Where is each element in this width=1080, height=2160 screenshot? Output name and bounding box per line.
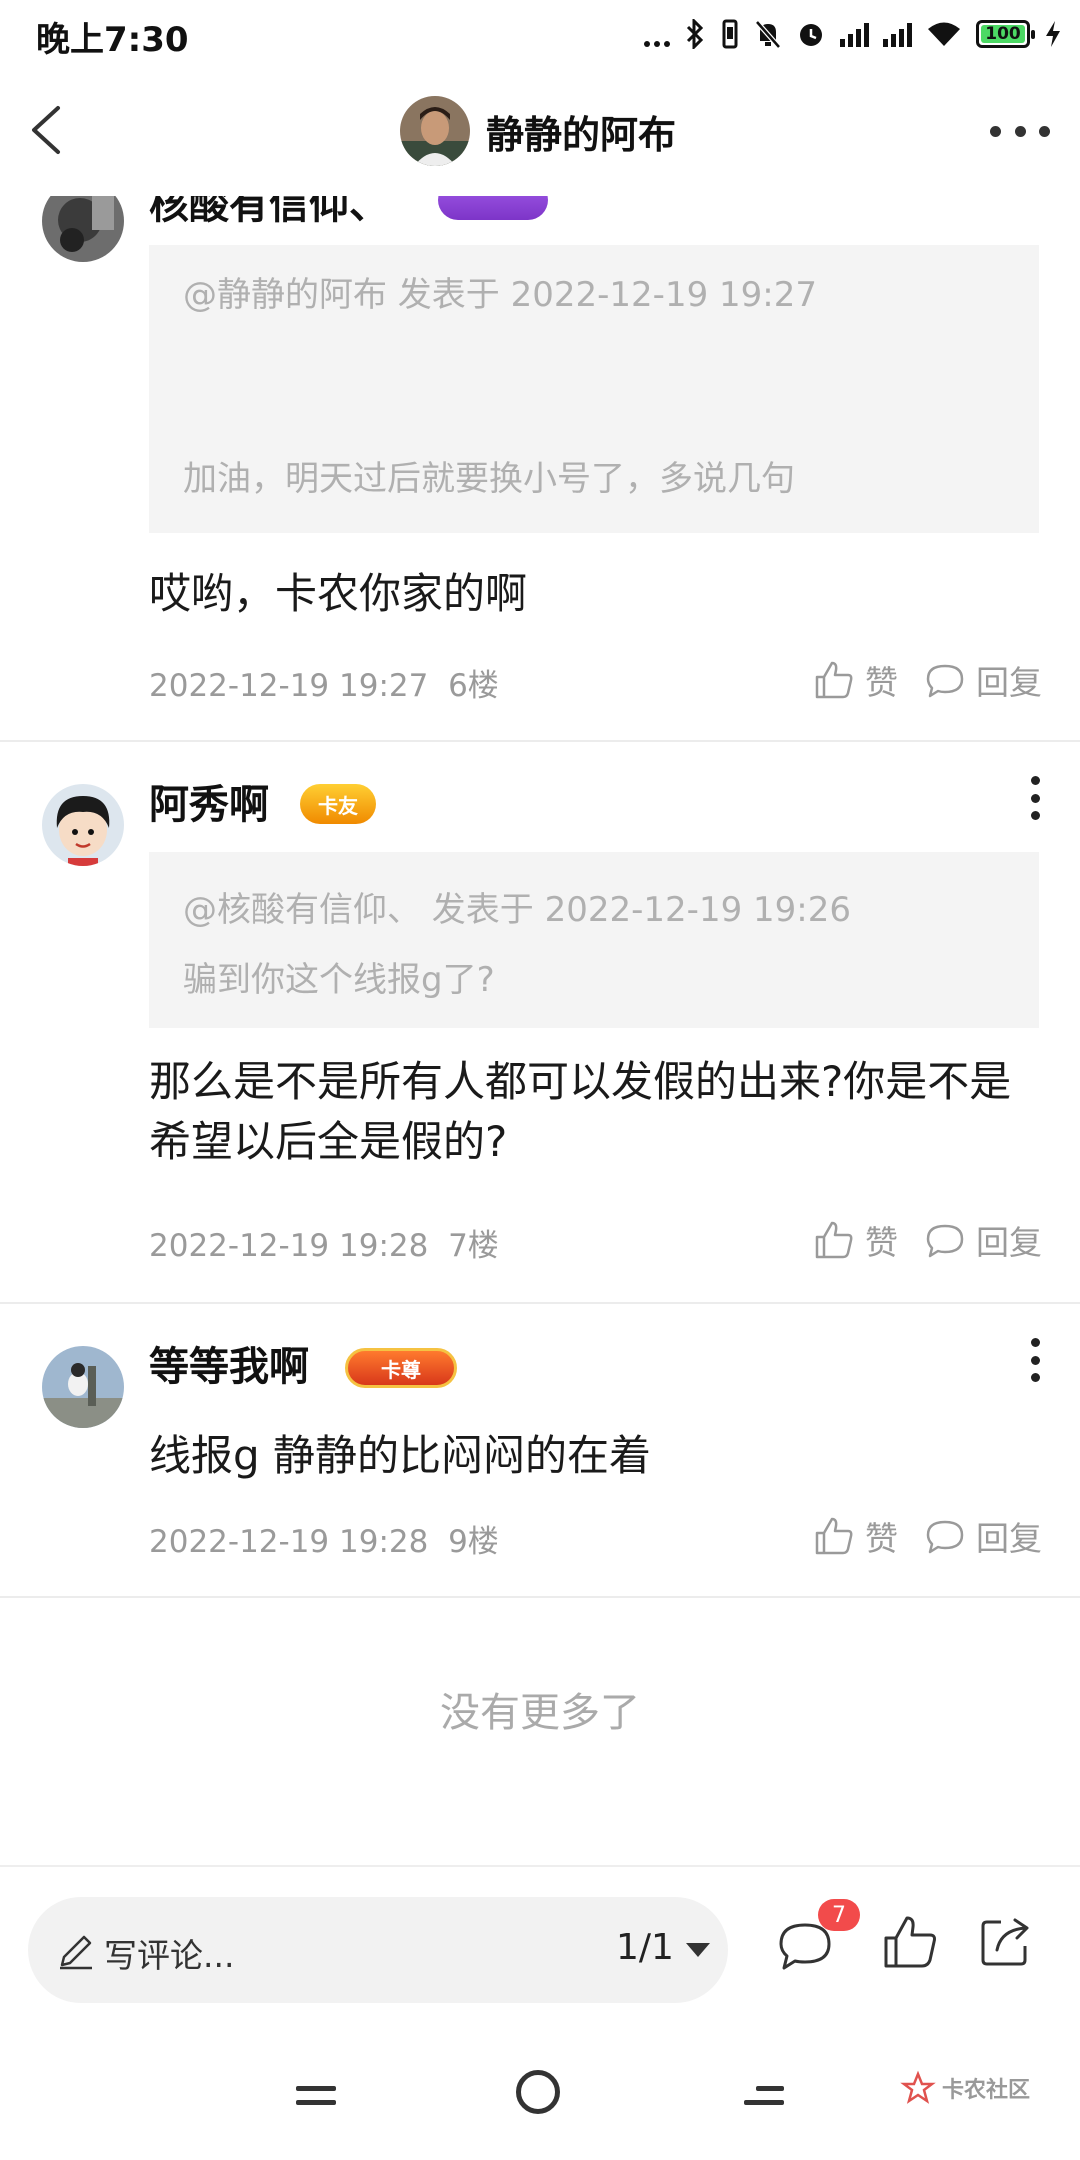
- quote-meta: @核酸有信仰、 发表于 2022-12-19 19:26: [183, 890, 851, 930]
- bottom-toolbar: 写评论... 1/1 7: [0, 1865, 1080, 2032]
- thumbs-up-icon: [815, 1221, 853, 1259]
- user-badge: 卡友: [300, 784, 376, 824]
- more-options-button[interactable]: [990, 106, 1050, 156]
- comment-floor: 7楼: [448, 1228, 499, 1264]
- battery-icon: 100: [976, 20, 1035, 48]
- back-nav-button[interactable]: [744, 2086, 784, 2105]
- user-badge: 卡尊: [345, 1348, 457, 1388]
- chat-bubble-icon: [926, 664, 964, 698]
- mute-icon: [755, 20, 781, 49]
- share-icon: [981, 1918, 1029, 1966]
- battery-level: 100: [985, 24, 1021, 44]
- comment-body: 线报g 静静的比闷闷的在着: [149, 1431, 652, 1480]
- header-user[interactable]: 静静的阿布: [400, 94, 676, 168]
- system-nav-bar: 卡农社区: [0, 2030, 1080, 2160]
- share-button[interactable]: [975, 1912, 1035, 1972]
- comment-time: 2022-12-19 19:27: [149, 668, 429, 704]
- comment-meta: 2022-12-19 19:28 9楼: [149, 1516, 499, 1561]
- comment-time: 2022-12-19 19:28: [149, 1524, 429, 1560]
- menu-nav-button[interactable]: [296, 2086, 336, 2105]
- comment-floor: 9楼: [448, 1524, 499, 1560]
- chevron-left-icon: [32, 106, 60, 154]
- page-title: 静静的阿布: [486, 112, 677, 157]
- signal-icon: [883, 21, 912, 47]
- like-label: 赞: [865, 1519, 898, 1558]
- comment-body: 哎哟，卡农你家的啊: [149, 569, 528, 618]
- quote-text: 加油，明天过后就要换小号了，多说几句: [183, 459, 795, 499]
- reply-button[interactable]: 回复: [924, 1216, 1042, 1264]
- status-time: 晚上7:30: [36, 20, 189, 60]
- comment-item: 阿秀啊 卡友 @核酸有信仰、 发表于 2022-12-19 19:26 骗到你这…: [0, 742, 1080, 1304]
- charging-icon: [1046, 21, 1060, 47]
- page-indicator[interactable]: 1/1: [616, 1927, 674, 1968]
- comment-more-button[interactable]: [1028, 776, 1042, 820]
- comment-author[interactable]: 阿秀啊: [149, 772, 269, 830]
- quote-meta: @静静的阿布 发表于 2022-12-19 19:27: [183, 275, 817, 315]
- status-bar: 晚上7:30 100: [0, 0, 1080, 66]
- wifi-icon: [928, 22, 960, 46]
- back-button[interactable]: [20, 100, 80, 160]
- comment-avatar[interactable]: [42, 1346, 124, 1428]
- like-post-button[interactable]: [880, 1912, 940, 1972]
- alarm-icon: [800, 24, 822, 46]
- like-button[interactable]: 赞: [813, 1216, 898, 1264]
- home-nav-button[interactable]: [516, 2070, 560, 2114]
- more-horizontal-icon: [990, 125, 1001, 137]
- quote-block: @静静的阿布 发表于 2022-12-19 19:27 加油，明天过后就要换小号…: [149, 245, 1039, 533]
- vibrate-icon: [722, 19, 738, 49]
- quote-text: 骗到你这个线报g了?: [183, 960, 495, 1000]
- comment-meta: 2022-12-19 19:27 6楼: [149, 660, 499, 705]
- like-button[interactable]: 赞: [813, 1512, 898, 1560]
- comment-floor: 6楼: [448, 668, 499, 704]
- comment-actions: 赞 回复: [813, 1216, 1042, 1264]
- thumbs-up-icon: [815, 661, 853, 699]
- thumbs-up-icon: [815, 1517, 853, 1555]
- comment-actions: 赞 回复: [813, 656, 1042, 704]
- thumbs-up-icon: [884, 1916, 936, 1968]
- signal-icon: [840, 21, 869, 47]
- comment-avatar[interactable]: [42, 784, 124, 866]
- header-avatar[interactable]: [400, 96, 470, 166]
- no-more-text: 没有更多了: [440, 1690, 640, 1736]
- comment-author[interactable]: 等等我啊: [149, 1334, 309, 1392]
- comment-meta: 2022-12-19 19:28 7楼: [149, 1220, 499, 1265]
- caret-down-icon[interactable]: [686, 1943, 710, 1957]
- reply-label: 回复: [976, 1223, 1042, 1262]
- comment-actions: 赞 回复: [813, 1512, 1042, 1560]
- watermark-text: 卡农社区: [942, 2078, 1031, 2103]
- comment-time: 2022-12-19 19:28: [149, 1228, 429, 1264]
- comment-item: 核酸有信仰、 @静静的阿布 发表于 2022-12-19 19:27 加油，明天…: [0, 150, 1080, 742]
- more-dots-icon: [644, 21, 670, 47]
- reply-button[interactable]: 回复: [924, 656, 1042, 704]
- like-label: 赞: [865, 1223, 898, 1262]
- chat-bubble-icon: [926, 1520, 964, 1554]
- reply-label: 回复: [976, 663, 1042, 702]
- pencil-icon: [60, 1935, 92, 1970]
- bluetooth-icon: [686, 19, 704, 49]
- quote-block: @核酸有信仰、 发表于 2022-12-19 19:26 骗到你这个线报g了?: [149, 852, 1039, 1028]
- comment-more-button[interactable]: [1028, 1338, 1042, 1382]
- watermark: 卡农社区: [900, 2070, 1030, 2106]
- reply-button[interactable]: 回复: [924, 1512, 1042, 1560]
- status-icons: 100: [644, 14, 1062, 54]
- logo-icon: [900, 2070, 936, 2104]
- comment-count-badge: 7: [818, 1899, 860, 1931]
- like-button[interactable]: 赞: [813, 656, 898, 704]
- header: 静静的阿布: [0, 66, 1080, 196]
- comment-input[interactable]: 写评论... 1/1: [28, 1897, 728, 2003]
- like-label: 赞: [865, 663, 898, 702]
- comment-placeholder: 写评论...: [104, 1936, 235, 1975]
- chat-bubble-icon: [926, 1224, 964, 1258]
- reply-label: 回复: [976, 1519, 1042, 1558]
- comment-item: 等等我啊 卡尊 线报g 静静的比闷闷的在着 2022-12-19 19:28 9…: [0, 1304, 1080, 1598]
- comment-body: 那么是不是所有人都可以发假的出来?你是不是希望以后全是假的?: [149, 1057, 1012, 1166]
